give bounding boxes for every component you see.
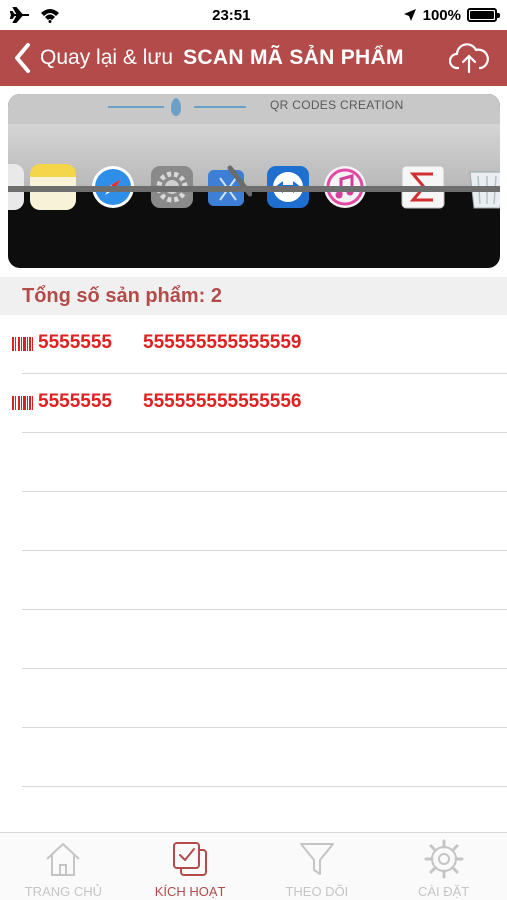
barcode-icon xyxy=(12,337,33,351)
empty-row xyxy=(22,669,507,728)
tab-tracking[interactable]: THEO DÕI xyxy=(254,833,381,900)
tab-settings-label: CÀI ĐẶT xyxy=(417,884,470,899)
product-serial: 555555555555556 xyxy=(143,391,302,412)
product-serial: 555555555555559 xyxy=(143,332,302,353)
airplane-icon xyxy=(10,7,29,23)
back-label: Quay lại & lưu xyxy=(40,46,174,69)
tab-bar: TRANG CHỦ KÍCH HOẠT THEO DÕI CÀI ĐẶT xyxy=(0,832,507,900)
tab-activate-label: KÍCH HOẠT xyxy=(154,884,226,899)
product-list: 5555555 555555555555559 5555555 55555555… xyxy=(0,315,507,787)
back-button[interactable]: Quay lại & lưu xyxy=(0,30,173,86)
product-code: 5555555 xyxy=(38,332,112,353)
camera-scene-dock xyxy=(8,124,500,210)
scene-line xyxy=(194,106,246,108)
location-icon xyxy=(403,9,416,21)
nav-bar: Quay lại & lưu SCAN MÃ SẢN PHẨM xyxy=(0,30,507,86)
wifi-icon xyxy=(41,9,59,23)
product-count-label: Tổng số sản phẩm: 2 xyxy=(22,284,223,307)
home-icon xyxy=(46,843,81,876)
status-bar: 23:51 100% xyxy=(0,0,507,30)
activate-icon xyxy=(173,842,208,876)
status-time: 23:51 xyxy=(212,6,251,24)
gear-icon xyxy=(424,839,464,879)
camera-preview: QR CODES CREATION xyxy=(8,94,500,268)
empty-row xyxy=(22,728,507,787)
product-row[interactable]: 5555555 555555555555559 xyxy=(0,315,507,374)
scene-drop-icon xyxy=(171,98,181,116)
tab-home-label: TRANG CHỦ xyxy=(24,884,103,899)
camera-overlay-text: QR CODES CREATION xyxy=(270,98,404,112)
empty-row xyxy=(22,492,507,551)
product-row[interactable]: 5555555 555555555555556 xyxy=(0,374,507,433)
scene-line xyxy=(108,106,164,108)
cloud-upload-icon[interactable] xyxy=(449,40,489,76)
camera-scene-divider xyxy=(8,186,500,192)
tab-tracking-label: THEO DÕI xyxy=(285,884,349,899)
page-title: SCAN MÃ SẢN PHẨM xyxy=(183,46,404,69)
battery-percent: 100% xyxy=(422,6,461,24)
empty-row xyxy=(22,433,507,492)
camera-scene-top: QR CODES CREATION xyxy=(8,94,500,124)
product-code: 5555555 xyxy=(38,391,112,412)
tab-settings[interactable]: CÀI ĐẶT xyxy=(380,833,507,900)
battery-icon xyxy=(467,8,500,22)
tab-activate[interactable]: KÍCH HOẠT xyxy=(127,833,254,900)
barcode-icon xyxy=(12,396,33,410)
empty-row xyxy=(22,551,507,610)
tab-home[interactable]: TRANG CHỦ xyxy=(0,833,127,900)
chevron-left-icon xyxy=(15,43,30,73)
product-count-row: Tổng số sản phẩm: 2 xyxy=(0,277,507,315)
filter-icon xyxy=(299,843,334,875)
empty-row xyxy=(22,610,507,669)
